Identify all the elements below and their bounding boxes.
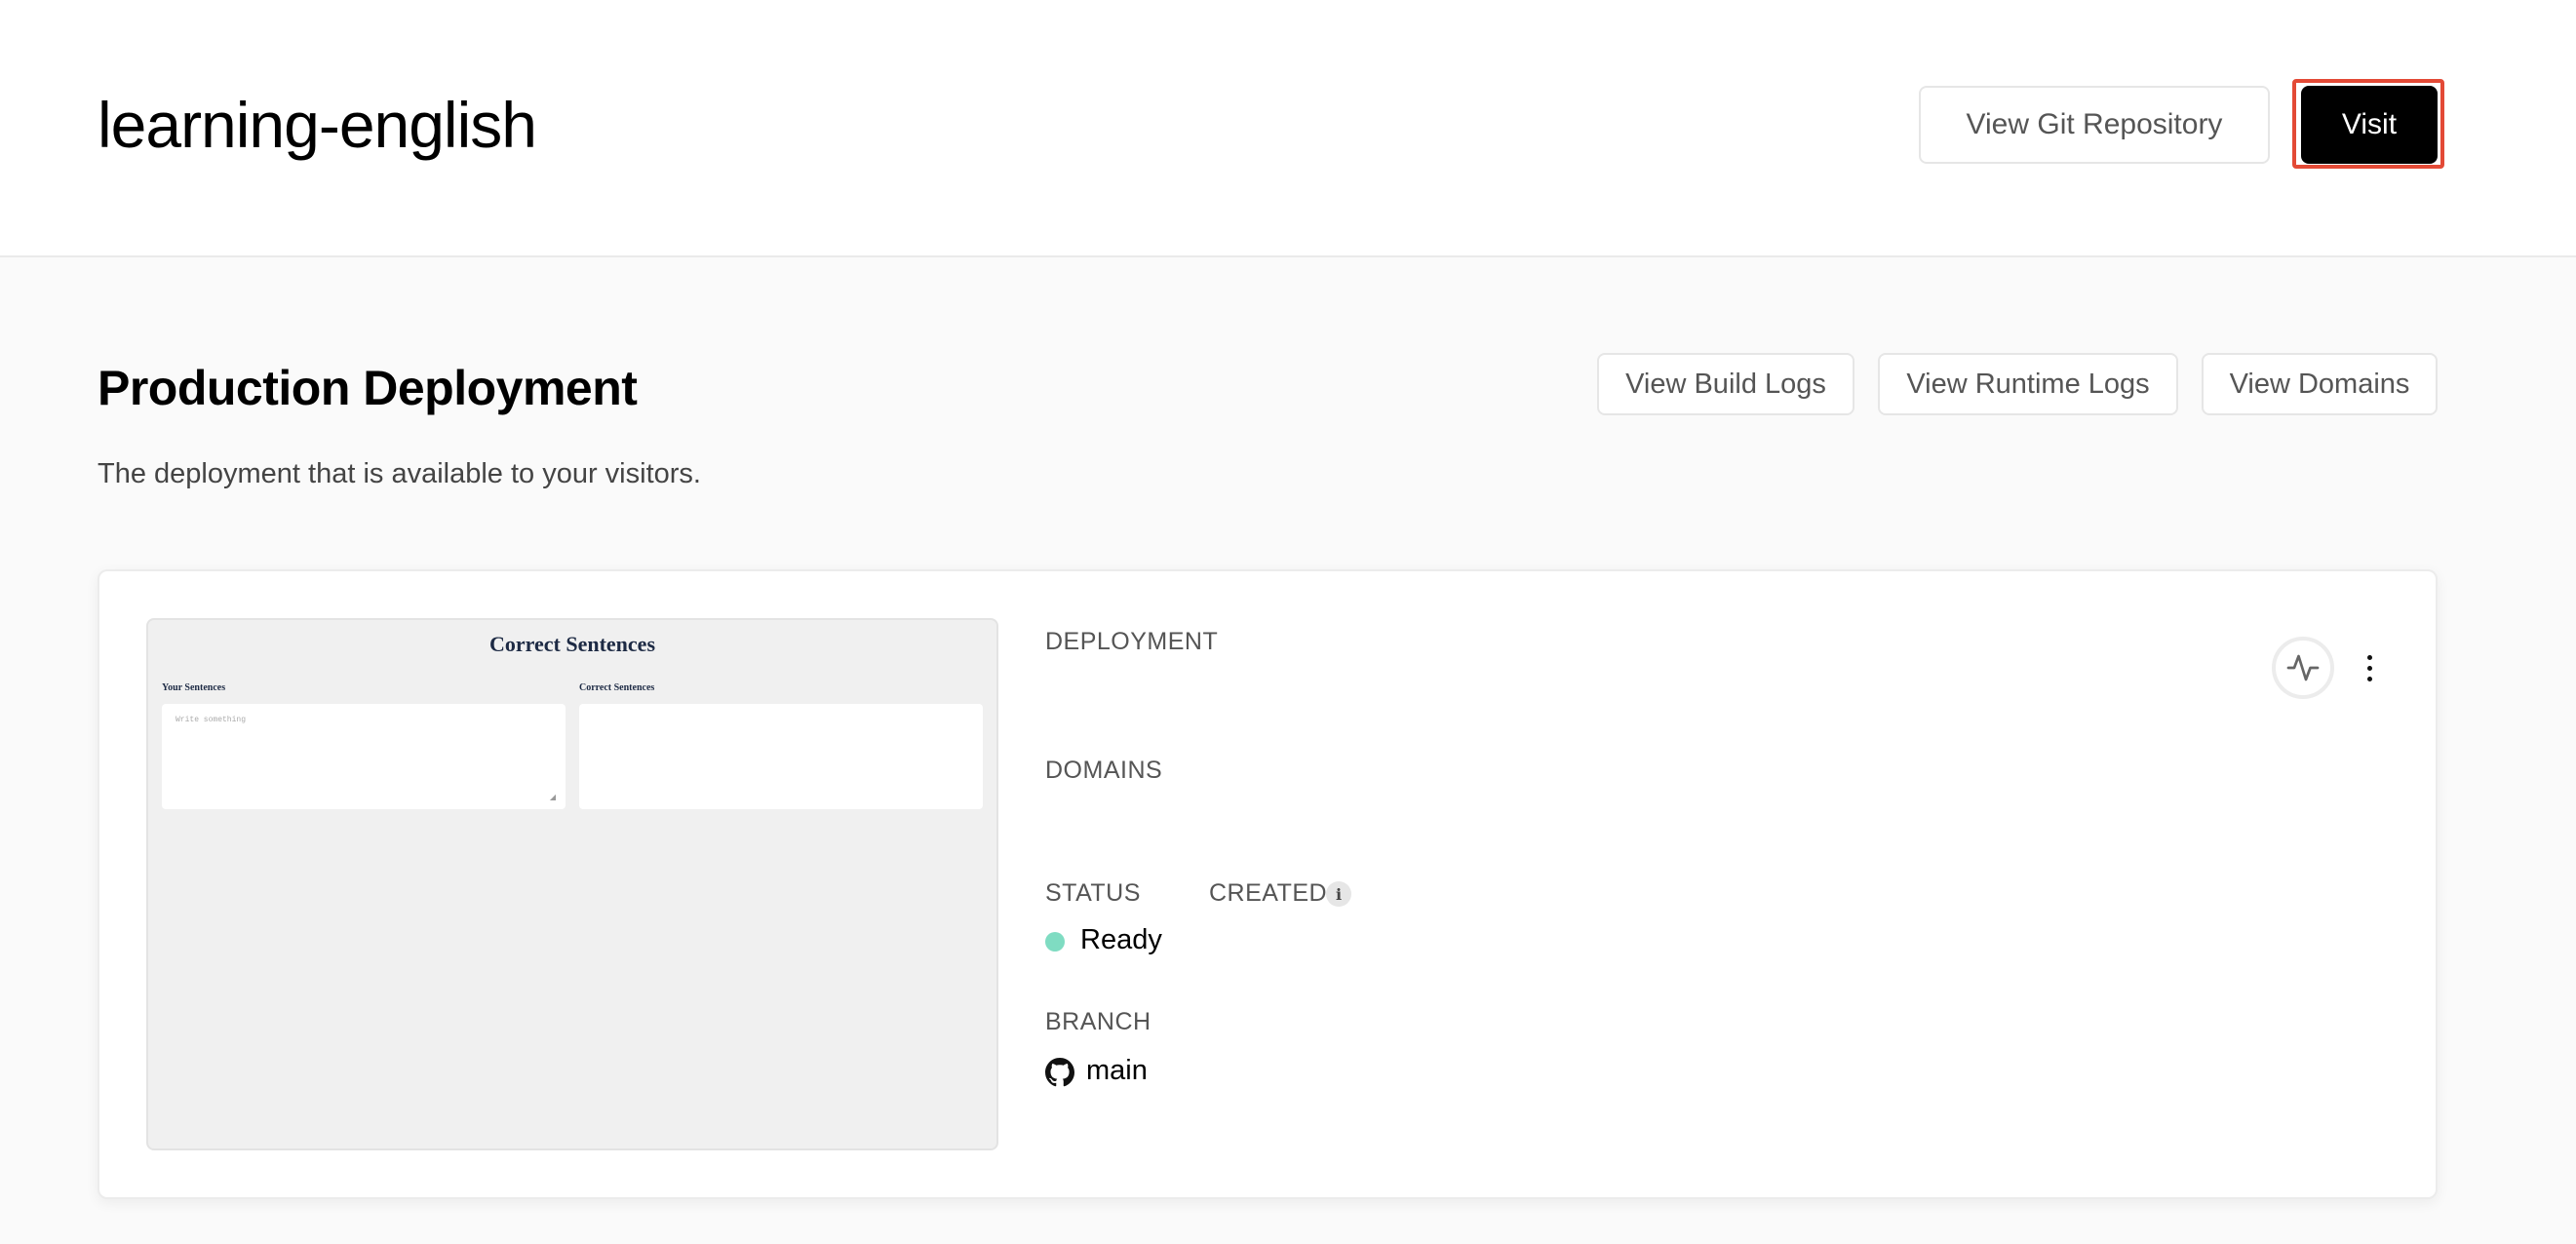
domains-label: DOMAINS xyxy=(1045,757,1163,784)
resize-handle-icon: ◢ xyxy=(549,793,556,801)
preview-placeholder: Write something xyxy=(176,716,247,724)
activity-icon[interactable] xyxy=(2272,637,2334,699)
production-deployment-title: Production Deployment xyxy=(98,361,638,415)
status-dot xyxy=(1045,932,1065,952)
github-icon xyxy=(1045,1058,1074,1087)
status-value: Ready xyxy=(1080,924,1162,955)
view-build-logs-button[interactable]: View Build Logs xyxy=(1597,353,1854,415)
info-icon[interactable]: i xyxy=(1326,881,1351,907)
preview-title: Correct Sentences xyxy=(488,632,656,656)
view-git-repository-button[interactable]: View Git Repository xyxy=(1919,86,2270,164)
view-domains-button[interactable]: View Domains xyxy=(2202,353,2438,415)
deployment-label: DEPLOYMENT xyxy=(1045,628,1219,655)
preview-left-label: Your Sentences xyxy=(162,682,226,693)
production-deployment-description: The deployment that is available to your… xyxy=(98,458,701,489)
status-label: STATUS xyxy=(1045,879,1141,907)
deployment-preview[interactable]: Correct Sentences Your Sentences Correct… xyxy=(146,618,998,1150)
preview-output-box xyxy=(579,704,983,809)
preview-right-label: Correct Sentences xyxy=(579,682,655,693)
preview-input-box: Write something ◢ xyxy=(162,704,566,809)
branch-label: BRANCH xyxy=(1045,1008,1151,1035)
more-vertical-icon[interactable] xyxy=(2352,648,2387,687)
branch-value[interactable]: main xyxy=(1086,1055,1148,1087)
view-runtime-logs-button[interactable]: View Runtime Logs xyxy=(1878,353,2178,415)
created-label: CREATED xyxy=(1209,879,1328,907)
visit-button[interactable]: Visit xyxy=(2301,86,2438,164)
project-title: learning-english xyxy=(98,89,537,161)
